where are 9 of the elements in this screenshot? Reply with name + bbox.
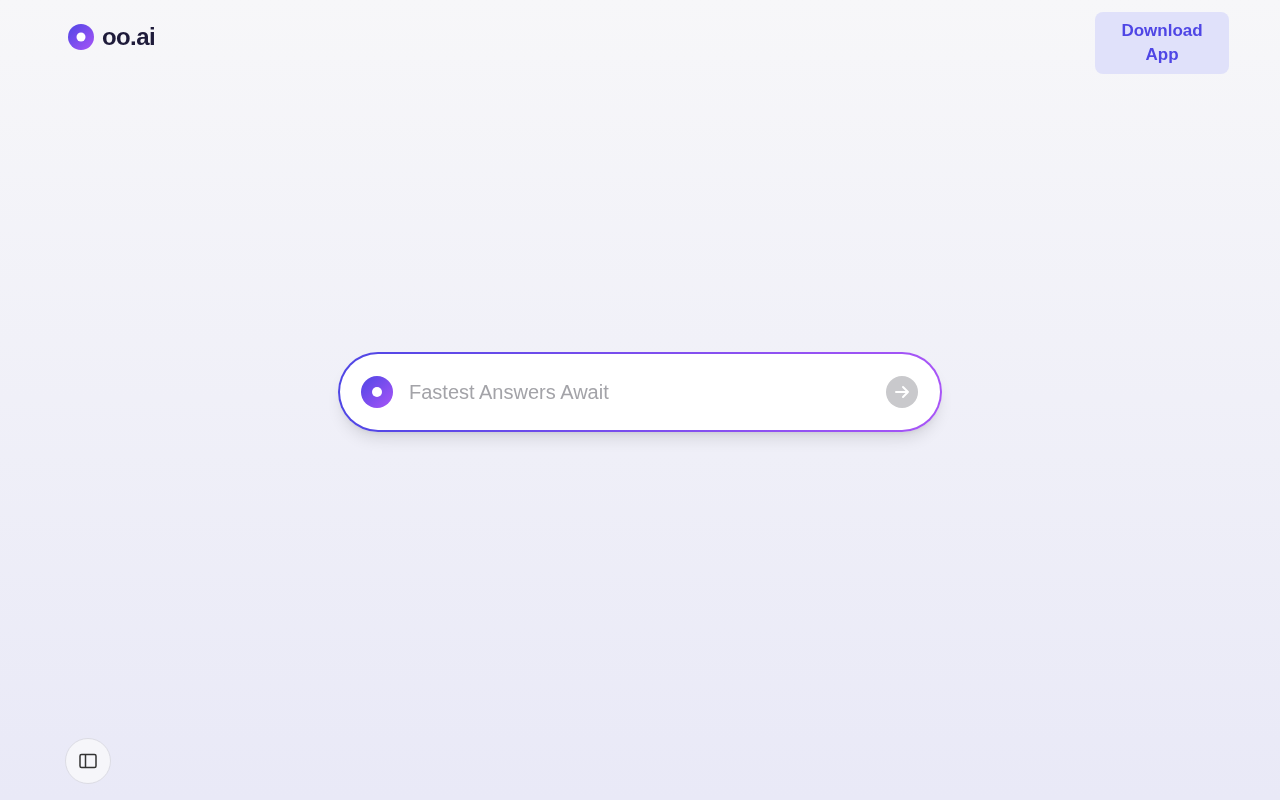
sidebar-icon [79, 753, 97, 769]
logo-icon [68, 24, 94, 50]
search-field[interactable]: Fastest Answers Await [409, 377, 870, 407]
download-app-button[interactable]: Download App [1095, 12, 1229, 74]
search-bar[interactable]: Fastest Answers Await [338, 352, 942, 432]
arrow-right-icon [894, 384, 910, 400]
sidebar-toggle-button[interactable] [65, 738, 111, 784]
logo-icon [361, 376, 393, 408]
logo-text: oo.ai [102, 22, 155, 52]
